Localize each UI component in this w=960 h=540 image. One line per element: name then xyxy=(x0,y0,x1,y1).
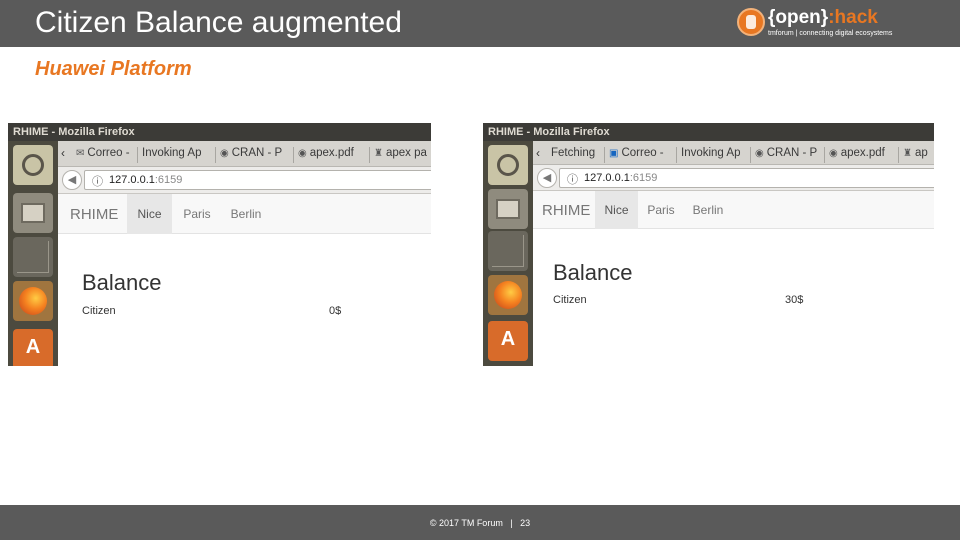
logo-open-text: {open} xyxy=(768,7,829,28)
tab-strip: ‹ Fetching ▣ Correo - Invoking Ap ◉ CRAN -… xyxy=(533,141,934,165)
r-icon: ◉ xyxy=(298,148,307,159)
slide-title: Citizen Balance augmented xyxy=(35,6,402,39)
app-brand[interactable]: RHIME xyxy=(70,206,118,223)
nav-nice[interactable]: Nice xyxy=(595,191,638,229)
files-icon[interactable] xyxy=(488,189,528,229)
web-page: RHIME Nice Paris Berlin Balance Citizen … xyxy=(58,194,431,366)
tab-invoking[interactable]: Invoking Ap xyxy=(138,147,216,163)
citizen-label: Citizen xyxy=(82,305,116,317)
window-title: RHIME - Mozilla Firefox xyxy=(13,126,135,138)
navigation-toolbar: ◀ ⓘ 127.0.0.1:6159 xyxy=(58,167,431,194)
software-center-icon[interactable]: A xyxy=(488,321,528,361)
firefox-icon[interactable] xyxy=(13,281,53,321)
tab-fetching[interactable]: Fetching xyxy=(547,147,605,163)
navigation-toolbar: ◀ ⓘ 127.0.0.1:6159 xyxy=(533,165,934,191)
back-button[interactable]: ◀ xyxy=(62,170,82,190)
slide-subtitle: Huawei Platform xyxy=(35,58,192,80)
workspace-switcher-icon[interactable] xyxy=(488,231,528,271)
logo-hack-text: :hack xyxy=(828,7,878,28)
browser-screenshot-before: RHIME - Mozilla Firefox A ‹ ✉ Correo - In… xyxy=(8,123,431,366)
tab-ap[interactable]: ♜ ap xyxy=(899,147,934,163)
app-navbar: RHIME Nice Paris Berlin xyxy=(58,194,431,234)
tab-invoking[interactable]: Invoking Ap xyxy=(677,147,751,163)
title-bar: Citizen Balance augmented {open}:hack tm… xyxy=(0,0,960,47)
tab-apex-pdf[interactable]: ◉ apex.pdf xyxy=(294,147,370,163)
firefox-icon[interactable] xyxy=(488,275,528,315)
doc-icon: ♜ xyxy=(374,148,383,159)
tab-correo[interactable]: ▣ Correo - xyxy=(605,147,677,163)
url-host: 127.0.0.1 xyxy=(584,172,630,184)
info-icon[interactable]: ⓘ xyxy=(92,173,103,189)
app-brand[interactable]: RHIME xyxy=(542,202,590,219)
nav-paris[interactable]: Paris xyxy=(638,191,684,229)
nav-berlin[interactable]: Berlin xyxy=(684,191,732,229)
window-title: RHIME - Mozilla Firefox xyxy=(488,126,610,138)
browser-screenshot-after: RHIME - Mozilla Firefox A ‹ Fetching ▣ Co… xyxy=(483,123,934,366)
url-host: 127.0.0.1 xyxy=(109,174,155,186)
slide: Citizen Balance augmented {open}:hack tm… xyxy=(0,0,960,540)
nav-nice[interactable]: Nice xyxy=(127,194,172,234)
r-icon: ◉ xyxy=(220,148,229,159)
ubuntu-dash-icon[interactable] xyxy=(488,145,528,185)
files-icon[interactable] xyxy=(13,193,53,233)
balance-heading: Balance xyxy=(82,270,162,295)
balance-heading: Balance xyxy=(553,260,633,285)
info-icon[interactable]: ⓘ xyxy=(567,171,578,187)
unity-launcher: A xyxy=(483,141,533,366)
app-navbar: RHIME Nice Paris Berlin xyxy=(533,191,934,229)
citizen-balance-value: 30$ xyxy=(785,294,804,306)
url-field[interactable]: ⓘ 127.0.0.1:6159 xyxy=(559,168,934,188)
tab-scroll-left-icon[interactable]: ‹ xyxy=(61,146,65,160)
hand-badge-icon xyxy=(737,8,765,36)
r-icon: ◉ xyxy=(755,148,764,159)
unity-launcher: A xyxy=(8,141,58,366)
window-titlebar: RHIME - Mozilla Firefox xyxy=(8,123,431,141)
tab-apex-pdf[interactable]: ◉ apex.pdf xyxy=(825,147,899,163)
r-icon: ◉ xyxy=(829,148,838,159)
open-hack-logo: {open}:hack tmforum | connecting digital… xyxy=(737,7,947,41)
url-port: :6159 xyxy=(629,172,658,184)
citizen-label: Citizen xyxy=(553,294,587,306)
web-page: RHIME Nice Paris Berlin Balance Citizen … xyxy=(533,191,934,366)
nav-paris[interactable]: Paris xyxy=(172,194,222,234)
back-button[interactable]: ◀ xyxy=(537,168,557,188)
outlook-icon: ▣ xyxy=(609,148,619,159)
footer-text: © 2017 TM Forum | 23 xyxy=(429,518,531,528)
tab-apex-pa[interactable]: ♜ apex pa xyxy=(370,147,431,163)
window-titlebar: RHIME - Mozilla Firefox xyxy=(483,123,934,141)
url-port: :6159 xyxy=(154,174,183,186)
footer-bar: © 2017 TM Forum | 23 xyxy=(0,505,960,540)
tab-cran[interactable]: ◉ CRAN - P xyxy=(216,147,294,163)
logo-tagline: tmforum | connecting digital ecosystems xyxy=(768,30,893,37)
url-field[interactable]: ⓘ 127.0.0.1:6159 xyxy=(84,170,431,190)
ubuntu-dash-icon[interactable] xyxy=(13,145,53,185)
software-center-icon[interactable]: A xyxy=(13,329,53,366)
citizen-balance-value: 0$ xyxy=(329,305,342,317)
doc-icon: ♜ xyxy=(903,148,912,159)
tab-scroll-left-icon[interactable]: ‹ xyxy=(536,146,540,160)
nav-berlin[interactable]: Berlin xyxy=(222,194,270,234)
tab-strip: ‹ ✉ Correo - Invoking Ap ◉ CRAN - P ◉ apex.… xyxy=(58,141,431,167)
workspace-switcher-icon[interactable] xyxy=(13,237,53,277)
tab-cran[interactable]: ◉ CRAN - P xyxy=(751,147,825,163)
mail-icon: ✉ xyxy=(76,148,85,159)
tab-correo[interactable]: ✉ Correo - xyxy=(72,147,138,163)
